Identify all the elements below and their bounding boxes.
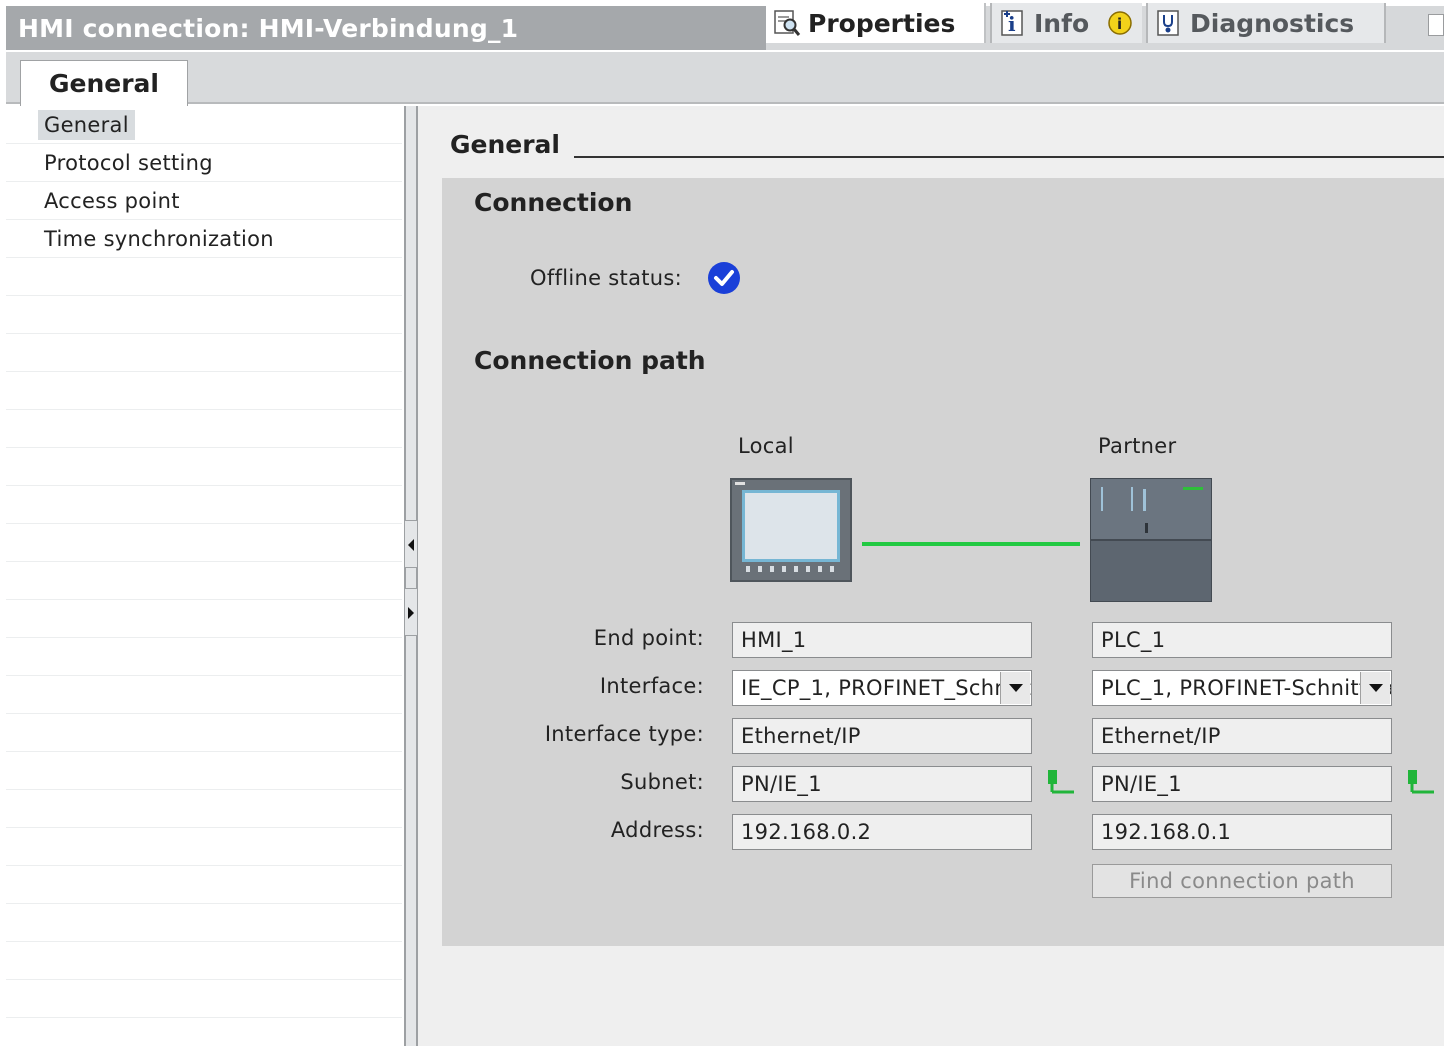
info-badge-icon: i [1107,10,1133,36]
subnet-label: Subnet: [620,770,704,794]
subtab-general[interactable]: General [20,60,188,106]
section-title: General [450,130,560,159]
arrow-right-icon [408,607,414,619]
nav-row [6,600,402,638]
svg-text:i: i [1008,12,1016,36]
hmi-device-icon[interactable] [730,478,852,582]
check-circle-icon [708,262,740,294]
tab-diagnostics[interactable]: Diagnostics [1146,3,1386,43]
tab-info[interactable]: i Info i [990,3,1142,43]
nav-item-protocol-setting[interactable]: Protocol setting [38,148,219,178]
left-navigation: General Protocol setting Access point Ti… [6,106,404,1046]
nav-row [6,334,402,372]
network-icon [1406,768,1434,796]
nav-row [6,942,402,980]
connection-path-title: Connection path [474,346,706,375]
offline-status-label: Offline status: [530,266,682,290]
plc-device-icon[interactable] [1090,478,1212,602]
nav-row [6,714,402,752]
nav-row [6,828,402,866]
partner-interface-type-field: Ethernet/IP [1092,718,1392,754]
nav-row [6,790,402,828]
interface-type-label: Interface type: [544,722,704,746]
nav-row [6,1018,402,1046]
hmi-led [735,482,745,485]
hmi-screen [742,490,840,562]
local-interface-value: IE_CP_1, PROFINET_Schnittstelle_1 [741,676,1031,700]
address-label: Address: [610,818,704,842]
local-label: Local [738,434,794,458]
connection-line [862,542,1080,546]
nav-row [6,638,402,676]
nav-item-time-synchronization[interactable]: Time synchronization [38,224,280,254]
nav-row [6,448,402,486]
nav-item-access-point[interactable]: Access point [38,186,186,216]
diagnostics-icon [1154,8,1184,38]
tab-properties-label: Properties [808,8,956,38]
plc-front-panel [1091,479,1211,541]
plc-status-led [1183,487,1203,490]
nav-row [6,524,402,562]
nav-row [6,562,402,600]
nav-row [6,296,402,334]
partner-subnet-field: PN/IE_1 [1092,766,1392,802]
arrow-left-icon [408,539,414,551]
subtab-general-label: General [49,69,159,98]
section-divider [574,156,1444,158]
connection-title: Connection [474,188,633,217]
nav-row [6,904,402,942]
info-icon: i [998,8,1028,38]
partner-label: Partner [1098,434,1177,458]
collapse-left-button[interactable] [404,520,418,568]
nav-row [6,866,402,904]
nav-row [6,372,402,410]
partner-address-field: 192.168.0.1 [1092,814,1392,850]
network-icon [1046,768,1074,796]
chevron-down-icon[interactable] [1360,672,1390,704]
expand-right-button[interactable] [404,588,418,636]
find-connection-path-button[interactable]: Find connection path [1092,864,1392,898]
nav-item-general[interactable]: General [38,110,135,140]
svg-text:i: i [1117,15,1122,33]
local-interface-type-field: Ethernet/IP [732,718,1032,754]
plc-led [1143,489,1146,511]
nav-row [6,980,402,1018]
sub-tab-row: General [6,52,1444,106]
nav-row [6,486,402,524]
panel-splitter[interactable] [404,106,418,1046]
partner-interface-select[interactable]: PLC_1, PROFINET-Schnittstelle_1 [1092,670,1392,706]
end-point-label: End point: [593,626,704,650]
tab-diagnostics-label: Diagnostics [1190,8,1355,38]
interface-label: Interface: [599,674,704,698]
window-restore-button[interactable] [1428,14,1444,36]
plc-led [1101,487,1103,511]
chevron-down-icon[interactable] [1000,672,1030,704]
partner-end-point-field: PLC_1 [1092,622,1392,658]
tab-info-label: Info [1034,8,1090,38]
hmi-keys [746,566,840,572]
tab-properties[interactable]: Properties [766,3,986,43]
local-subnet-field: PN/IE_1 [732,766,1032,802]
local-end-point-field: HMI_1 [732,622,1032,658]
partner-interface-value: PLC_1, PROFINET-Schnittstelle_1 [1101,676,1391,700]
nav-row [6,676,402,714]
window-title: HMI connection: HMI-Verbindung_1 [18,14,519,43]
plc-slot [1145,523,1148,533]
local-interface-select[interactable]: IE_CP_1, PROFINET_Schnittstelle_1 [732,670,1032,706]
local-address-field: 192.168.0.2 [732,814,1032,850]
nav-row [6,752,402,790]
nav-row [6,410,402,448]
plc-led [1131,487,1133,511]
properties-icon [772,8,802,38]
nav-row [6,258,402,296]
